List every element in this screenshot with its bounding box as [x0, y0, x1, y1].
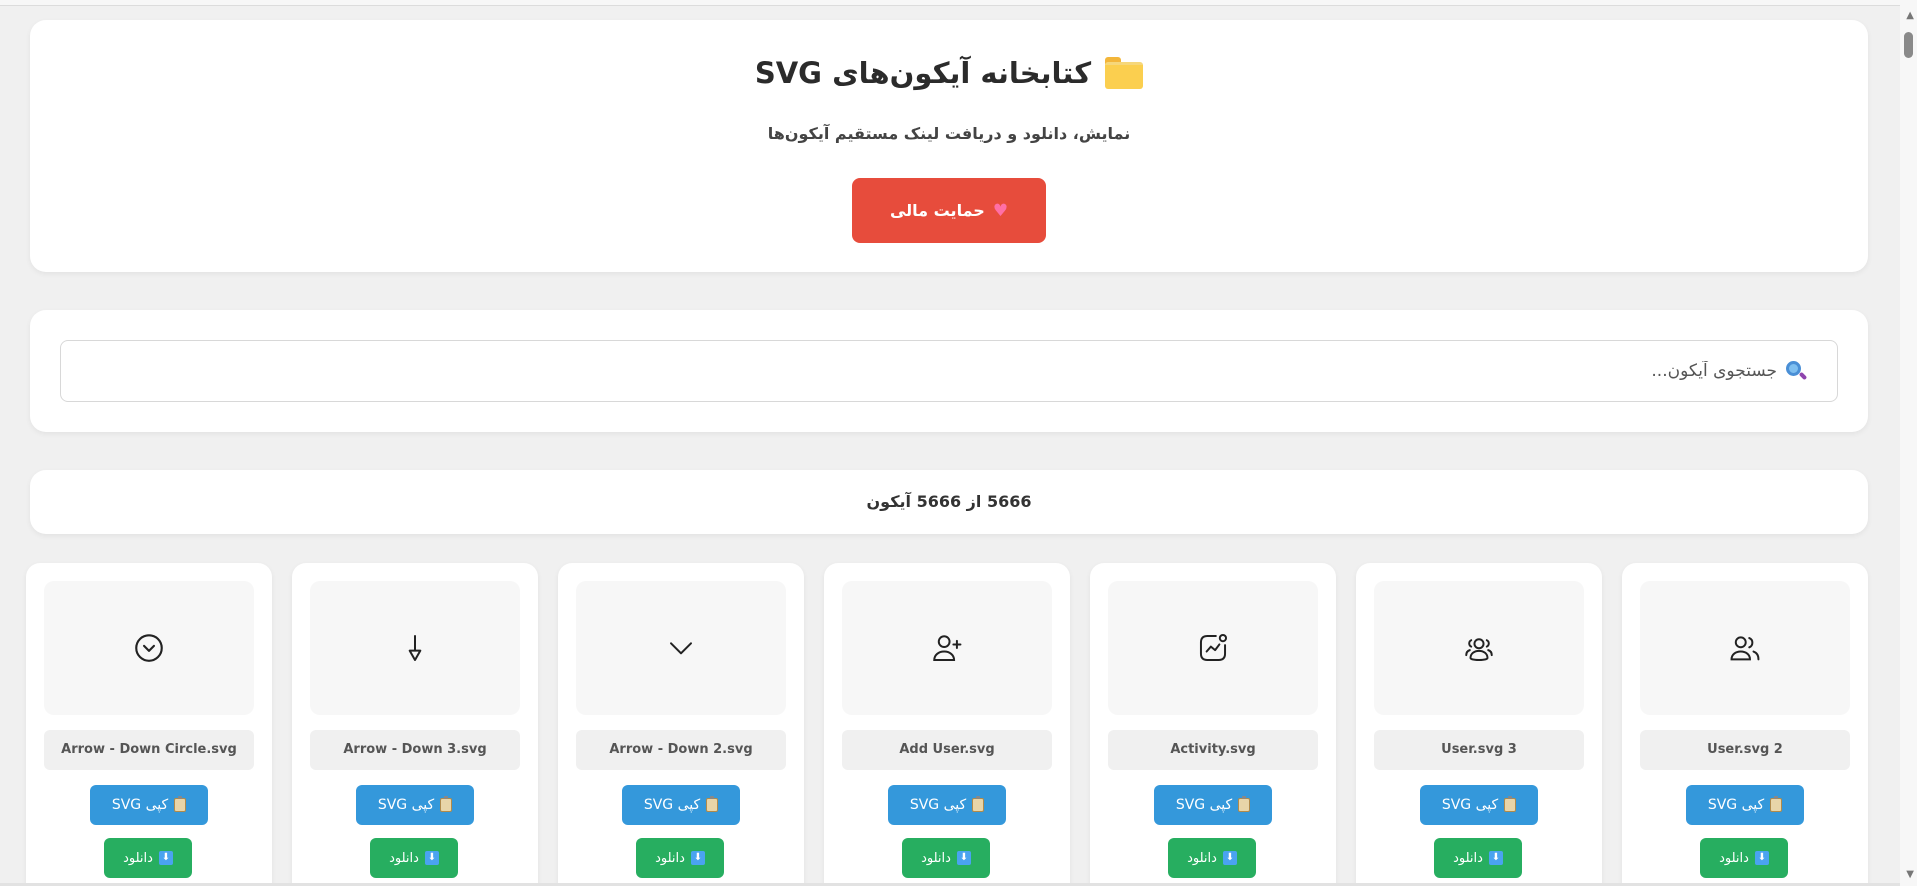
icon-grid: User.svg 2 کپی SVG ⬇ دانلود User.svg 3 ک…: [26, 563, 1868, 886]
copy-svg-button[interactable]: کپی SVG: [1686, 785, 1804, 825]
count-card: 5666 از 5666 آیکون: [30, 470, 1868, 534]
page-subtitle: نمایش، دانلود و دریافت لینک مستقیم آیکون…: [767, 124, 1131, 143]
clipboard-icon: [1504, 796, 1517, 812]
search-icon: [1785, 360, 1808, 382]
copy-svg-button[interactable]: کپی SVG: [356, 785, 474, 825]
arrow-down-icon: [408, 635, 422, 661]
icon-filename: Arrow - Down Circle.svg: [44, 730, 254, 770]
copy-label: کپی SVG: [1175, 797, 1233, 813]
search-card: [30, 310, 1868, 432]
clipboard-icon: [440, 796, 453, 812]
users-icon: [1730, 636, 1760, 661]
add-user-icon: [933, 635, 962, 662]
clipboard-icon: [1238, 796, 1251, 812]
download-label: دانلود: [1453, 850, 1483, 866]
download-arrow-icon: ⬇: [1754, 851, 1769, 865]
copy-svg-button[interactable]: کپی SVG: [1154, 785, 1272, 825]
icon-filename: User.svg 3: [1374, 730, 1584, 770]
copy-label: کپی SVG: [377, 797, 435, 813]
title-row: کتابخانه آیکون‌های SVG: [30, 56, 1868, 90]
download-label: دانلود: [1187, 850, 1217, 866]
download-button[interactable]: ⬇ دانلود: [636, 838, 724, 878]
copy-svg-button[interactable]: کپی SVG: [1420, 785, 1538, 825]
icon-preview[interactable]: [310, 581, 520, 715]
heart-icon: ♥: [992, 200, 1009, 221]
icon-preview[interactable]: [842, 581, 1052, 715]
download-button[interactable]: ⬇ دانلود: [902, 838, 990, 878]
download-label: دانلود: [389, 850, 419, 866]
icon-card: Arrow - Down 2.svg کپی SVG ⬇ دانلود: [558, 563, 804, 886]
icon-card: User.svg 3 کپی SVG ⬇ دانلود: [1356, 563, 1602, 886]
download-arrow-icon: ⬇: [1488, 851, 1503, 865]
header-card: کتابخانه آیکون‌های SVG نمایش، دانلود و د…: [30, 20, 1868, 272]
icon-preview[interactable]: [1374, 581, 1584, 715]
search-input[interactable]: [1177, 361, 1777, 381]
search-box[interactable]: [60, 340, 1838, 402]
arrow-down-circle-icon: [135, 634, 163, 662]
download-button[interactable]: ⬇ دانلود: [1700, 838, 1788, 878]
download-button[interactable]: ⬇ دانلود: [370, 838, 458, 878]
clipboard-icon: [706, 796, 719, 812]
copy-svg-button[interactable]: کپی SVG: [888, 785, 1006, 825]
download-label: دانلود: [655, 850, 685, 866]
copy-svg-button[interactable]: کپی SVG: [622, 785, 740, 825]
icon-filename: Arrow - Down 2.svg: [576, 730, 786, 770]
download-arrow-icon: ⬇: [424, 851, 439, 865]
donate-label: حمایت مالی: [889, 201, 985, 220]
icon-card: Activity.svg کپی SVG ⬇ دانلود: [1090, 563, 1336, 886]
icon-filename: Activity.svg: [1108, 730, 1318, 770]
browser-top-edge: [0, 0, 1917, 6]
download-button[interactable]: ⬇ دانلود: [1168, 838, 1256, 878]
download-label: دانلود: [921, 850, 951, 866]
icon-filename: Add User.svg: [842, 730, 1052, 770]
icon-preview[interactable]: [576, 581, 786, 715]
download-label: دانلود: [1719, 850, 1749, 866]
icon-card: Add User.svg کپی SVG ⬇ دانلود: [824, 563, 1070, 886]
icon-card: Arrow - Down 3.svg کپی SVG ⬇ دانلود: [292, 563, 538, 886]
donate-button[interactable]: ♥ حمایت مالی: [852, 178, 1046, 243]
download-arrow-icon: ⬇: [1222, 851, 1237, 865]
clipboard-icon: [174, 796, 187, 812]
icon-card: User.svg 2 کپی SVG ⬇ دانلود: [1622, 563, 1868, 886]
activity-icon: [1199, 633, 1228, 662]
copy-label: کپی SVG: [111, 797, 169, 813]
clipboard-icon: [1770, 796, 1783, 812]
vertical-scrollbar[interactable]: ▲ ▼: [1900, 0, 1917, 886]
scroll-thumb[interactable]: [1904, 32, 1913, 58]
download-button[interactable]: ⬇ دانلود: [104, 838, 192, 878]
download-arrow-icon: ⬇: [158, 851, 173, 865]
download-label: دانلود: [123, 850, 153, 866]
folder-icon: [1105, 57, 1144, 89]
download-arrow-icon: ⬇: [690, 851, 705, 865]
copy-label: کپی SVG: [909, 797, 967, 813]
icon-filename: User.svg 2: [1640, 730, 1850, 770]
chevron-down-icon: [670, 642, 692, 655]
page-title: کتابخانه آیکون‌های SVG: [754, 56, 1092, 90]
clipboard-icon: [972, 796, 985, 812]
download-button[interactable]: ⬇ دانلود: [1434, 838, 1522, 878]
copy-label: کپی SVG: [643, 797, 701, 813]
scroll-up-icon[interactable]: ▲: [1906, 10, 1914, 21]
copy-svg-button[interactable]: کپی SVG: [90, 785, 208, 825]
icon-card: Arrow - Down Circle.svg کپی SVG ⬇ دانلود: [26, 563, 272, 886]
group-icon: [1465, 638, 1493, 662]
icon-preview[interactable]: [1640, 581, 1850, 715]
icon-count: 5666 از 5666 آیکون: [866, 492, 1032, 511]
copy-label: کپی SVG: [1707, 797, 1765, 813]
page-container: کتابخانه آیکون‌های SVG نمایش، دانلود و د…: [26, 20, 1868, 886]
icon-preview[interactable]: [44, 581, 254, 715]
icon-filename: Arrow - Down 3.svg: [310, 730, 520, 770]
copy-label: کپی SVG: [1441, 797, 1499, 813]
download-arrow-icon: ⬇: [956, 851, 971, 865]
icon-preview[interactable]: [1108, 581, 1318, 715]
scroll-down-icon[interactable]: ▼: [1906, 869, 1914, 880]
